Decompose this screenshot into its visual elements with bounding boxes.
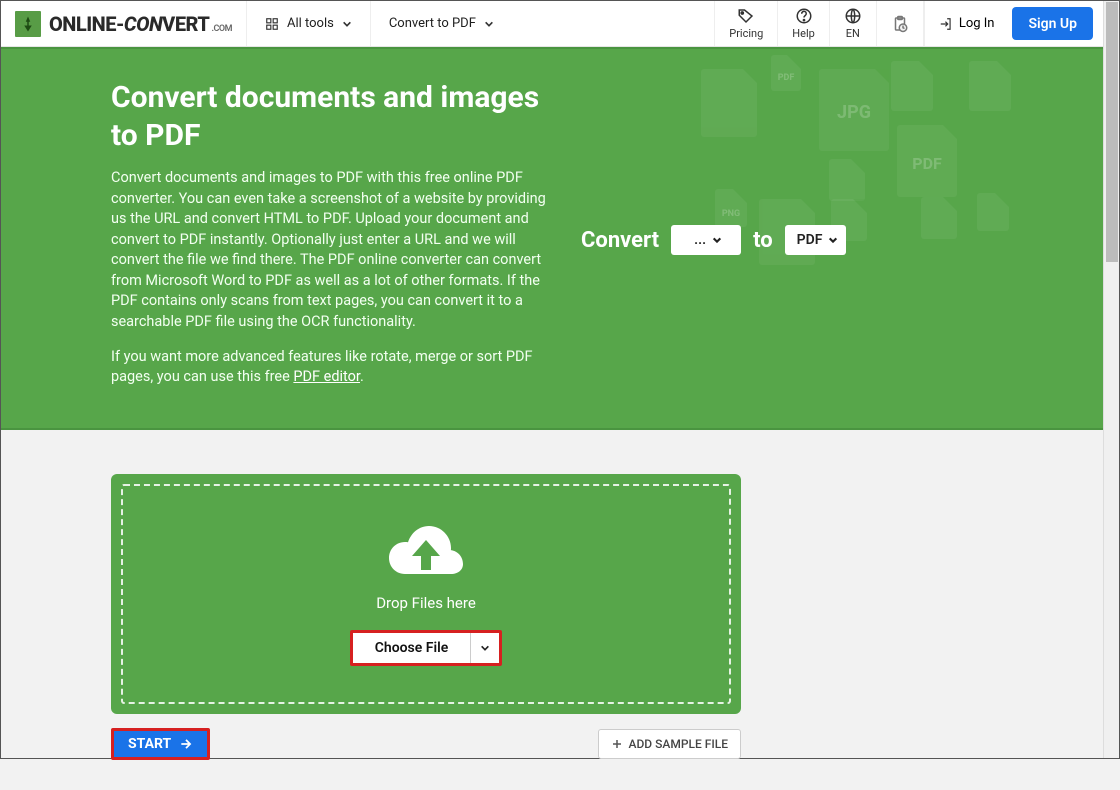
choose-file-button[interactable]: Choose File [353, 633, 472, 663]
tag-icon [737, 7, 755, 25]
login-icon [939, 17, 953, 31]
chevron-down-icon [828, 235, 838, 245]
chevron-down-icon [712, 235, 722, 245]
plus-icon [611, 738, 623, 750]
chevron-down-icon [342, 19, 352, 29]
convert-from-select[interactable]: ... [671, 225, 741, 255]
start-button[interactable]: START [114, 731, 207, 757]
upload-cloud-icon [385, 522, 467, 586]
page-title: Convert documents and images to PDF [111, 79, 551, 154]
convert-to-pdf-label: Convert to PDF [389, 16, 476, 31]
language-menu[interactable]: EN [829, 1, 876, 46]
convert-to-pdf-menu[interactable]: Convert to PDF [370, 1, 512, 46]
convert-selector: Convert ... to PDF [581, 225, 846, 255]
history-link[interactable] [876, 1, 924, 46]
start-button-wrap: START [111, 728, 210, 760]
choose-file-dropdown[interactable] [471, 633, 499, 663]
convert-to-select[interactable]: PDF [785, 225, 847, 255]
login-button[interactable]: Log In [924, 1, 1009, 46]
pdf-editor-link[interactable]: PDF editor [293, 368, 360, 385]
dropzone[interactable]: Drop Files here Choose File [111, 474, 741, 714]
signup-button[interactable]: Sign Up [1012, 7, 1093, 40]
brand-text: ONLINE-CONVERT.COM [49, 12, 232, 36]
to-label: to [753, 228, 773, 253]
grid-icon [265, 17, 279, 31]
logo-icon [15, 11, 41, 37]
chevron-down-icon [480, 643, 490, 653]
all-tools-menu[interactable]: All tools [246, 1, 370, 46]
drop-files-label: Drop Files here [376, 594, 476, 612]
globe-icon [844, 7, 862, 25]
main-area: Drop Files here Choose File START ADD SA… [111, 474, 741, 790]
brand-logo[interactable]: ONLINE-CONVERT.COM [1, 1, 246, 46]
choose-file-group: Choose File [350, 630, 503, 666]
convert-label: Convert [581, 228, 659, 253]
chevron-down-icon [484, 19, 494, 29]
clipboard-clock-icon [891, 15, 909, 33]
hero-description-2: If you want more advanced features like … [111, 347, 551, 388]
pricing-link[interactable]: Pricing [714, 1, 777, 46]
arrow-right-icon [179, 737, 193, 751]
add-sample-file-button[interactable]: ADD SAMPLE FILE [598, 729, 742, 759]
page-scrollbar[interactable] [1103, 1, 1119, 758]
hero-description: Convert documents and images to PDF with… [111, 168, 551, 333]
help-icon [795, 7, 813, 25]
all-tools-label: All tools [287, 16, 334, 31]
top-nav: ONLINE-CONVERT.COM All tools Convert to … [1, 1, 1103, 47]
help-link[interactable]: Help [777, 1, 829, 46]
hero-section: Convert documents and images to PDF Conv… [1, 47, 1103, 430]
